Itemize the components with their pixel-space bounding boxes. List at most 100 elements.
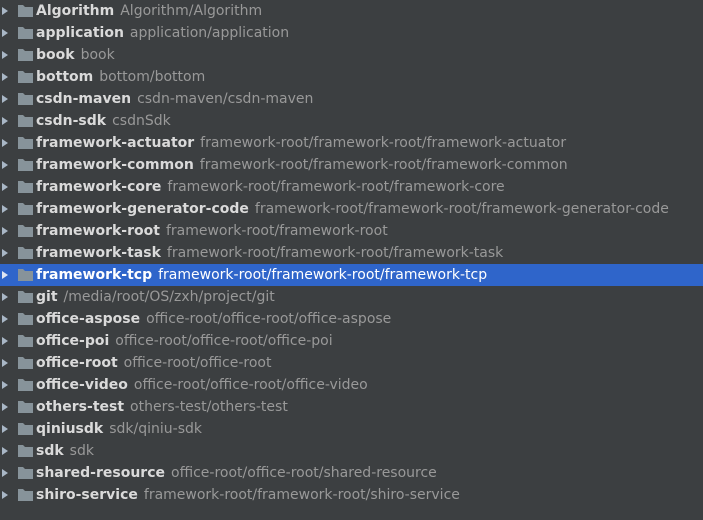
module-name: shiro-service framework-root/framework-ro… (36, 487, 460, 503)
module-tree: Algorithm Algorithm/Algorithm application… (0, 0, 703, 520)
module-path: book (80, 47, 115, 63)
module-name: framework-generator-code framework-root/f… (36, 201, 669, 217)
module-row[interactable]: office-root office-root/office-root (0, 352, 703, 374)
expand-arrow-icon[interactable] (2, 95, 8, 103)
folder-icon (18, 379, 33, 391)
module-name: framework-tcp framework-root/framework-ro… (36, 267, 488, 283)
expand-arrow-icon[interactable] (2, 227, 8, 235)
module-name: shared-resource office-root/office-root/s… (36, 465, 437, 481)
folder-icon (18, 291, 33, 303)
module-row-selected[interactable]: framework-tcp framework-root/framework-ro… (0, 264, 703, 286)
module-name: others-test others-test/others-test (36, 399, 288, 415)
folder-icon (18, 401, 33, 413)
expand-arrow-icon[interactable] (2, 73, 8, 81)
folder-icon (18, 225, 33, 237)
expand-arrow-icon[interactable] (2, 183, 8, 191)
expand-arrow-icon[interactable] (2, 249, 8, 257)
module-path: office-root/office-root (123, 355, 272, 371)
module-row[interactable]: shiro-service framework-root/framework-ro… (0, 484, 703, 506)
expand-arrow-icon[interactable] (2, 117, 8, 125)
expand-arrow-icon[interactable] (2, 139, 8, 147)
folder-icon (18, 159, 33, 171)
expand-arrow-icon[interactable] (2, 161, 8, 169)
module-path: office-root/office-root/shared-resource (171, 465, 437, 481)
module-name: framework-common framework-root/framework… (36, 157, 568, 173)
module-name: book book (36, 47, 115, 63)
folder-icon (18, 269, 33, 281)
module-row[interactable]: git/media/root/OS/zxh/project/git (0, 286, 703, 308)
expand-arrow-icon[interactable] (2, 425, 8, 433)
module-row[interactable]: application application/application (0, 22, 703, 44)
expand-arrow-icon[interactable] (2, 271, 8, 279)
folder-icon (18, 5, 33, 17)
expand-arrow-icon[interactable] (2, 403, 8, 411)
module-path: framework-root/framework-root/framework-… (166, 245, 504, 261)
module-row[interactable]: Algorithm Algorithm/Algorithm (0, 0, 703, 22)
module-row[interactable]: framework-actuator framework-root/framewo… (0, 132, 703, 154)
module-name: bottom bottom/bottom (36, 69, 206, 85)
folder-icon (18, 137, 33, 149)
module-path: framework-root/framework-root/framework-… (158, 267, 488, 283)
module-row[interactable]: office-video office-root/office-root/offi… (0, 374, 703, 396)
module-row[interactable]: office-poi office-root/office-root/office… (0, 330, 703, 352)
module-path: sdk (69, 443, 94, 459)
expand-arrow-icon[interactable] (2, 491, 8, 499)
folder-icon (18, 71, 33, 83)
module-path: framework-root/framework-root/framework-… (199, 157, 568, 173)
module-path: framework-root/framework-root (165, 223, 388, 239)
module-row[interactable]: shared-resource office-root/office-root/s… (0, 462, 703, 484)
module-row[interactable]: book book (0, 44, 703, 66)
expand-arrow-icon[interactable] (2, 51, 8, 59)
module-name: office-poi office-root/office-root/office… (36, 333, 333, 349)
module-name: office-root office-root/office-root (36, 355, 272, 371)
folder-icon (18, 203, 33, 215)
module-row[interactable]: office-aspose office-root/office-root/off… (0, 308, 703, 330)
module-row[interactable]: others-test others-test/others-test (0, 396, 703, 418)
module-name: application application/application (36, 25, 290, 41)
module-row[interactable]: framework-root framework-root/framework-r… (0, 220, 703, 242)
module-path: office-root/office-root/office-aspose (146, 311, 392, 327)
module-name: office-aspose office-root/office-root/off… (36, 311, 392, 327)
module-name: csdn-sdk csdnSdk (36, 113, 171, 129)
module-path: csdn-maven/csdn-maven (137, 91, 314, 107)
expand-arrow-icon[interactable] (2, 7, 8, 15)
folder-icon (18, 467, 33, 479)
module-name: framework-core framework-root/framework-r… (36, 179, 505, 195)
module-row[interactable]: framework-generator-code framework-root/f… (0, 198, 703, 220)
module-path: csdnSdk (112, 113, 171, 129)
module-row[interactable]: bottom bottom/bottom (0, 66, 703, 88)
module-row[interactable]: framework-task framework-root/framework-r… (0, 242, 703, 264)
expand-arrow-icon[interactable] (2, 337, 8, 345)
expand-arrow-icon[interactable] (2, 381, 8, 389)
module-row[interactable]: sdk sdk (0, 440, 703, 462)
folder-icon (18, 357, 33, 369)
module-row[interactable]: framework-common framework-root/framework… (0, 154, 703, 176)
expand-arrow-icon[interactable] (2, 29, 8, 37)
folder-icon (18, 181, 33, 193)
module-name: csdn-maven csdn-maven/csdn-maven (36, 91, 314, 107)
expand-arrow-icon[interactable] (2, 359, 8, 367)
module-path: framework-root/framework-root/framework-… (200, 135, 567, 151)
module-name: Algorithm Algorithm/Algorithm (36, 3, 263, 19)
expand-arrow-icon[interactable] (2, 469, 8, 477)
expand-arrow-icon[interactable] (2, 315, 8, 323)
expand-arrow-icon[interactable] (2, 447, 8, 455)
module-name: office-video office-root/office-root/offi… (36, 377, 368, 393)
expand-arrow-icon[interactable] (2, 293, 8, 301)
module-path: office-root/office-root/office-poi (115, 333, 333, 349)
module-name: qiniusdk sdk/qiniu-sdk (36, 421, 202, 437)
module-row[interactable]: csdn-maven csdn-maven/csdn-maven (0, 88, 703, 110)
module-path: framework-root/framework-root/shiro-serv… (143, 487, 460, 503)
folder-icon (18, 335, 33, 347)
module-name: framework-actuator framework-root/framewo… (36, 135, 567, 151)
module-name: sdk sdk (36, 443, 94, 459)
folder-icon (18, 489, 33, 501)
module-row[interactable]: framework-core framework-root/framework-r… (0, 176, 703, 198)
expand-arrow-icon[interactable] (2, 205, 8, 213)
module-name: framework-task framework-root/framework-r… (36, 245, 504, 261)
module-row[interactable]: qiniusdk sdk/qiniu-sdk (0, 418, 703, 440)
module-path: sdk/qiniu-sdk (109, 421, 202, 437)
module-row[interactable]: csdn-sdk csdnSdk (0, 110, 703, 132)
folder-icon (18, 93, 33, 105)
folder-icon (18, 445, 33, 457)
